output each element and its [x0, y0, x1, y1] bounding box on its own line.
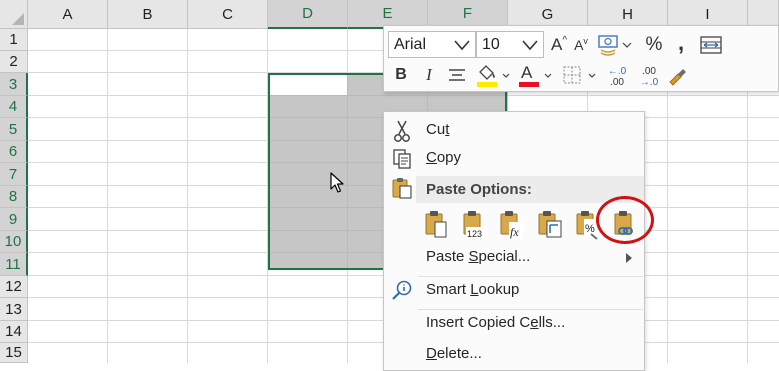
- format-painter-button[interactable]: [664, 62, 690, 90]
- align-center-icon: [449, 69, 465, 81]
- menu-label-paste-special: Paste Special...: [426, 248, 531, 265]
- row-header-2[interactable]: 2: [0, 51, 28, 73]
- paste-options-label: Paste Options:: [426, 181, 532, 198]
- mini-toolbar: Arial 10 A ^ Av % , B I A ←.0 .00 .00 →.…: [383, 25, 779, 92]
- accounting-format-button[interactable]: [596, 32, 634, 58]
- fill-color-icon: [477, 65, 510, 87]
- decrease-font-size-button[interactable]: Av: [570, 32, 592, 58]
- row-header-7[interactable]: 7: [0, 163, 28, 186]
- italic-label: I: [426, 65, 432, 84]
- font-color-label: A: [521, 63, 533, 82]
- menu-item-paste-special[interactable]: Paste Special...: [384, 243, 644, 273]
- column-header-a[interactable]: A: [28, 0, 108, 29]
- merge-center-icon: [700, 36, 722, 54]
- menu-label-cut: Cut: [426, 121, 450, 138]
- paste-formatting-text: %: [585, 223, 595, 235]
- accounting-format-icon: [598, 35, 632, 56]
- paste-option-values-icon[interactable]: 123: [460, 209, 490, 241]
- chevron-down-icon: [522, 40, 538, 51]
- copy-icon: [393, 149, 411, 169]
- row-header-12[interactable]: 12: [0, 276, 28, 298]
- row-header-1[interactable]: 1: [0, 29, 28, 51]
- decrease-decimal-bottom: →.0: [639, 77, 659, 88]
- paste-values-text: 123: [467, 229, 482, 239]
- italic-button[interactable]: I: [418, 62, 440, 88]
- column-header-c[interactable]: C: [188, 0, 268, 29]
- row-header-13[interactable]: 13: [0, 298, 28, 321]
- row-header-3[interactable]: 3: [0, 73, 28, 96]
- paste-icon: [392, 178, 412, 199]
- font-size-dropdown[interactable]: 10: [476, 31, 544, 58]
- paste-option-transpose-icon[interactable]: [535, 209, 565, 241]
- submenu-arrow-icon: [626, 253, 632, 263]
- percent-style-label: %: [645, 34, 663, 55]
- bold-button[interactable]: B: [390, 62, 412, 88]
- menu-label-delete: Delete...: [426, 345, 482, 362]
- merge-center-button[interactable]: [696, 32, 726, 58]
- font-name-value: Arial: [394, 35, 427, 53]
- paste-link-highlight-circle: [596, 196, 654, 244]
- borders-icon: [563, 66, 596, 84]
- row-header-4[interactable]: 4: [0, 96, 28, 118]
- row-header-5[interactable]: 5: [0, 118, 28, 141]
- row-header-15[interactable]: 15: [0, 343, 28, 363]
- column-header-b[interactable]: B: [108, 0, 188, 29]
- fill-color-button[interactable]: [474, 62, 514, 90]
- chevron-down-icon: [454, 40, 470, 51]
- font-name-dropdown[interactable]: Arial: [388, 31, 476, 58]
- borders-button[interactable]: [560, 62, 600, 90]
- percent-style-button[interactable]: %: [642, 32, 666, 58]
- increase-font-size-button[interactable]: A ^: [548, 32, 570, 58]
- scissors-icon: [394, 120, 410, 142]
- increase-font-size-label: A: [550, 35, 563, 54]
- decrease-font-size-label: A: [574, 37, 584, 53]
- fill-color-swatch: [477, 82, 497, 87]
- row-header-10[interactable]: 10: [0, 231, 28, 253]
- increase-decimal-bottom: .00: [610, 77, 624, 88]
- mouse-pointer-icon: [330, 172, 344, 193]
- row-header-6[interactable]: 6: [0, 141, 28, 163]
- increase-decimal-button[interactable]: ←.0 .00: [602, 64, 632, 90]
- comma-style-label: ,: [677, 30, 685, 55]
- menu-label-smart-lookup: Smart Lookup: [426, 281, 520, 298]
- row-header-14[interactable]: 14: [0, 321, 28, 343]
- format-painter-icon: [669, 69, 686, 86]
- menu-item-insert-copied-cells[interactable]: Insert Copied Cells...: [384, 309, 644, 339]
- select-all-corner[interactable]: [0, 0, 28, 29]
- menu-item-smart-lookup[interactable]: Smart Lookup: [384, 276, 644, 306]
- menu-item-copy[interactable]: Copy: [384, 144, 644, 174]
- context-menu: Cut Copy Paste Options: 123 fx % Paste S…: [383, 111, 645, 371]
- column-header-d[interactable]: D: [268, 0, 348, 29]
- font-color-button[interactable]: A: [516, 62, 556, 90]
- comma-style-button[interactable]: ,: [670, 30, 692, 56]
- increase-decimal-top: ←.0: [607, 66, 627, 77]
- grid-column-line: [187, 29, 188, 363]
- font-size-value: 10: [482, 35, 500, 53]
- decrease-decimal-top: .00: [642, 66, 656, 77]
- decrease-decimal-button[interactable]: .00 →.0: [634, 64, 664, 90]
- paste-option-formulas-icon[interactable]: fx: [497, 209, 527, 241]
- align-center-button[interactable]: [444, 62, 470, 88]
- menu-label-insert-copied-cells: Insert Copied Cells...: [426, 314, 566, 331]
- bold-label: B: [395, 66, 407, 83]
- row-header-11[interactable]: 11: [0, 253, 28, 276]
- row-header-9[interactable]: 9: [0, 208, 28, 231]
- smart-lookup-icon: [392, 280, 412, 300]
- row-header-8[interactable]: 8: [0, 186, 28, 208]
- grid-column-line: [107, 29, 108, 363]
- paste-formulas-text: fx: [510, 225, 519, 239]
- menu-item-delete[interactable]: Delete...: [384, 340, 644, 370]
- menu-label-copy: Copy: [426, 149, 462, 166]
- paste-option-paste-icon[interactable]: [422, 209, 452, 241]
- menu-item-cut[interactable]: Cut: [384, 116, 644, 146]
